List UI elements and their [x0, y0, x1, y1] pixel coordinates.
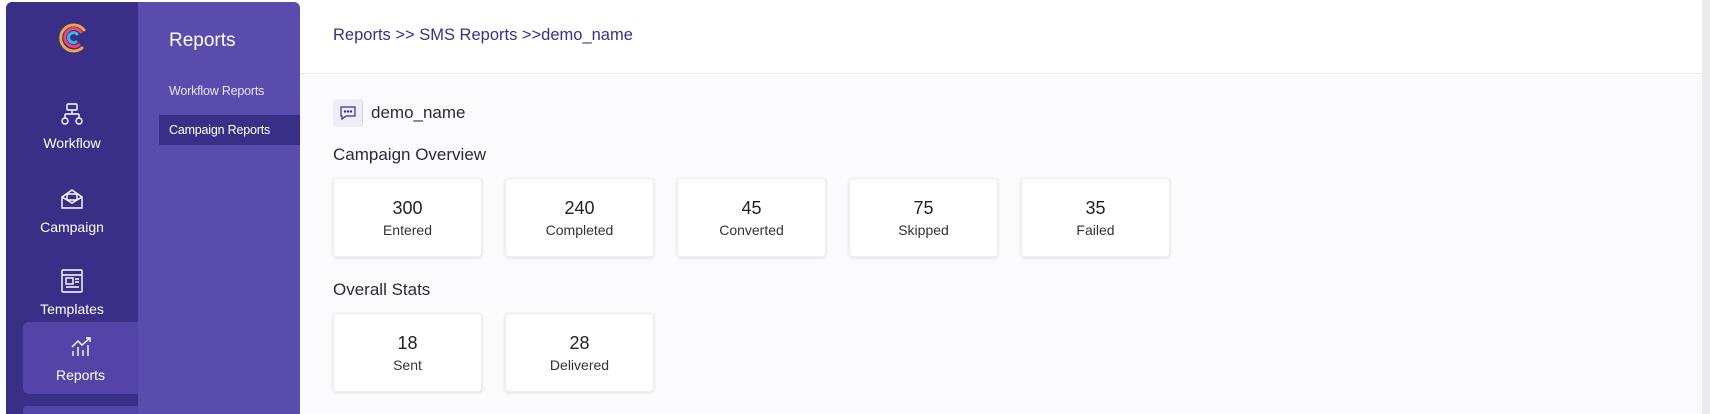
subnav-item-campaign-reports[interactable]: Campaign Reports: [159, 115, 300, 145]
stat-label: Skipped: [898, 221, 949, 238]
stat-card-skipped: 75 Skipped: [849, 178, 998, 257]
app-window: Workflow Campaign Templates Reports Repo…: [0, 0, 1710, 414]
stat-value: 18: [397, 332, 418, 353]
stat-label: Sent: [393, 356, 422, 373]
workflow-icon: [58, 101, 86, 129]
stat-card-delivered: 28 Delivered: [505, 313, 654, 392]
stat-card-sent: 18 Sent: [333, 313, 482, 392]
stat-card-converted: 45 Converted: [677, 178, 826, 257]
nav-label: Reports: [55, 367, 106, 383]
subnav-item-workflow-reports[interactable]: Workflow Reports: [159, 76, 300, 106]
stat-card-completed: 240 Completed: [505, 178, 654, 257]
stat-value: 35: [1085, 197, 1106, 218]
sms-chat-icon: [333, 99, 363, 127]
stat-card-failed: 35 Failed: [1021, 178, 1170, 257]
stat-value: 45: [741, 197, 762, 218]
templates-icon: [58, 267, 86, 295]
window-edge: [1702, 0, 1710, 414]
overall-stats-heading: Overall Stats: [333, 280, 431, 299]
stat-card-entered: 300 Entered: [333, 178, 482, 257]
nav-label: Campaign: [40, 219, 104, 235]
subnav-title: Reports: [169, 30, 236, 51]
campaign-name: demo_name: [371, 103, 466, 122]
nav-item-partial: [23, 406, 138, 414]
breadcrumb[interactable]: Reports >> SMS Reports >>demo_name: [333, 26, 633, 45]
stat-value: 75: [913, 197, 934, 218]
nav-label: Workflow: [43, 135, 101, 151]
nav-label: Templates: [40, 301, 104, 317]
stat-value: 28: [569, 332, 590, 353]
stat-label: Completed: [545, 221, 614, 238]
reports-subnav: Reports Workflow Reports Campaign Report…: [138, 2, 300, 414]
campaign-icon: [58, 185, 86, 213]
main-content: Reports >> SMS Reports >>demo_name demo_…: [300, 2, 1702, 414]
stat-label: Delivered: [549, 356, 610, 373]
stat-label: Converted: [719, 221, 784, 238]
primary-nav-rail: Workflow Campaign Templates Reports: [6, 2, 138, 414]
header-bar: Reports >> SMS Reports >>demo_name: [300, 2, 1702, 74]
campaign-name-row: demo_name: [333, 98, 466, 128]
stat-value: 240: [564, 197, 595, 218]
app-logo[interactable]: [54, 18, 94, 58]
campaign-overview-heading: Campaign Overview: [333, 145, 487, 164]
nav-item-workflow[interactable]: Workflow: [6, 90, 138, 162]
nav-item-campaign[interactable]: Campaign: [6, 174, 138, 246]
stat-label: Entered: [382, 221, 433, 238]
stat-label: Failed: [1076, 221, 1115, 238]
nav-item-templates[interactable]: Templates: [6, 256, 138, 328]
stat-value: 300: [392, 197, 423, 218]
reports-icon: [67, 333, 95, 361]
nav-item-reports[interactable]: Reports: [23, 322, 138, 394]
